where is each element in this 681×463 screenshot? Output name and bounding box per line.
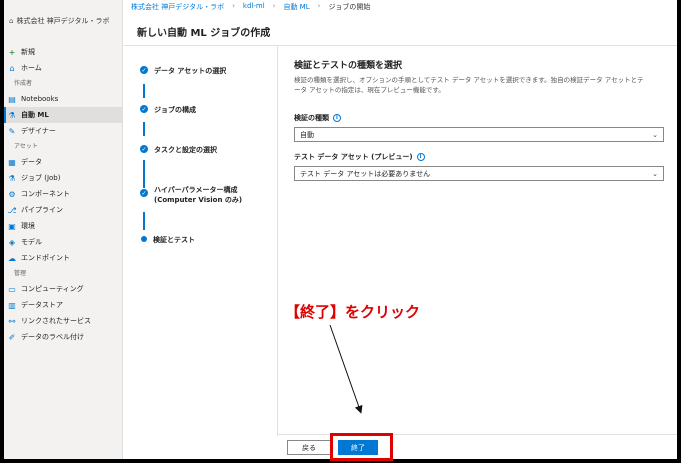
step-select-data[interactable]: ✓ データ アセットの選択: [140, 66, 226, 76]
sidebar: ⌂ 株式会社 神戸デジタル・ラボ + 新規 ⌂ ホーム 作成者 ▤ Notebooks…: [4, 0, 123, 459]
sidebar-item-designer[interactable]: ✎ デザイナー: [4, 123, 123, 139]
sidebar-item-automl[interactable]: ⚗ 自動 ML: [4, 107, 123, 123]
sidebar-item-datastores[interactable]: ▥ データストア: [4, 297, 123, 313]
step-hyperparameters-text: ハイパーパラメーター構成 (Computer Vision のみ): [154, 186, 243, 204]
chevron-down-icon: ⌄: [652, 169, 658, 178]
notebook-icon: ▤: [8, 94, 16, 104]
sidebar-item-jobs[interactable]: ⚗ ジョブ (Job): [4, 170, 123, 186]
test-data-label: テスト データ アセット (プレビュー) i: [294, 152, 674, 162]
building-icon: ⌂: [9, 17, 14, 25]
breadcrumb-item-resource[interactable]: kdl-ml: [243, 2, 265, 12]
check-icon: ✓: [140, 66, 148, 74]
sidebar-item-home[interactable]: ⌂ ホーム: [4, 60, 123, 76]
workspace-name[interactable]: ⌂ 株式会社 神戸デジタル・ラボ: [9, 16, 110, 26]
form-heading: 検証とテストの種類を選択: [294, 61, 403, 71]
step-hyperparameters[interactable]: ✓ ハイパーパラメーター構成 (Computer Vision のみ): [140, 185, 242, 205]
highlight-box: [330, 433, 393, 461]
current-step-icon: [141, 236, 147, 242]
form-description-2: ータ アセットの指定は、現在プレビュー機能です。: [294, 86, 445, 94]
datastore-icon: ▥: [8, 300, 16, 310]
test-data-select[interactable]: テスト データ アセットは必要ありません ⌄: [294, 166, 664, 181]
automl-icon: ⚗: [8, 110, 16, 120]
annotation-text: 【終了】をクリック: [285, 303, 421, 321]
page-title: 新しい自動 ML ジョブの作成: [137, 28, 271, 39]
sidebar-item-models[interactable]: ◈ モデル: [4, 234, 123, 250]
step-task-settings[interactable]: ✓ タスクと設定の選択: [140, 145, 217, 155]
step-connector: [143, 84, 145, 98]
step-configure-job[interactable]: ✓ ジョブの構成: [140, 105, 196, 115]
breadcrumb: 株式会社 神戸デジタル・ラボ › kdl-ml › 自動 ML › ジョブの開始: [131, 2, 370, 12]
sidebar-section-author: 作成者: [14, 80, 33, 87]
info-icon[interactable]: i: [416, 153, 425, 161]
chevron-right-icon: ›: [232, 2, 235, 10]
breadcrumb-item-automl[interactable]: 自動 ML: [283, 2, 309, 12]
sidebar-item-data-labeling[interactable]: ✐ データのラベル付け: [4, 329, 123, 345]
data-icon: ▦: [8, 157, 16, 167]
validation-form: 検証とテストの種類を選択 検証の種類を選択し、オプションの手順としてテスト デー…: [294, 58, 674, 181]
sidebar-item-components[interactable]: ⚙ コンポーネント: [4, 186, 123, 202]
sidebar-item-notebooks[interactable]: ▤ Notebooks: [4, 91, 123, 107]
sidebar-item-compute[interactable]: ▭ コンピューティング: [4, 281, 123, 297]
sidebar-item-linked-services[interactable]: ⚯ リンクされたサービス: [4, 313, 123, 329]
designer-icon: ✎: [8, 126, 16, 136]
sidebar-item-endpoints[interactable]: ☁ エンドポイント: [4, 250, 123, 266]
chevron-right-icon: ›: [317, 2, 321, 10]
check-icon: ✓: [140, 105, 148, 113]
sidebar-section-manage: 管理: [14, 270, 27, 277]
chevron-down-icon: ⌄: [652, 130, 658, 139]
wizard-steps: ✓ データ アセットの選択 ✓ ジョブの構成 ✓ タスクと設定の選択 ✓ ハイパ…: [124, 46, 278, 436]
step-connector: [143, 212, 145, 230]
endpoint-icon: ☁: [8, 253, 16, 263]
step-connector: [143, 160, 145, 188]
sidebar-nav: + 新規 ⌂ ホーム 作成者 ▤ Notebooks ⚗ 自動 ML ✎ デザイナー アセ…: [4, 44, 123, 345]
model-icon: ◈: [8, 237, 16, 247]
sidebar-item-environments[interactable]: ▣ 環境: [4, 218, 123, 234]
label-icon: ✐: [8, 332, 16, 342]
validation-type-select[interactable]: 自動 ⌄: [294, 127, 664, 142]
home-icon: ⌂: [9, 63, 15, 73]
info-icon[interactable]: i: [333, 114, 341, 122]
flask-icon: ⚗: [8, 173, 16, 183]
breadcrumb-item-current: ジョブの開始: [328, 3, 371, 11]
app-window: ⌂ 株式会社 神戸デジタル・ラボ + 新規 ⌂ ホーム 作成者 ▤ Notebooks…: [4, 0, 677, 459]
validation-type-label: 検証の種類 i: [294, 113, 674, 123]
pipeline-icon: ⎇: [7, 205, 17, 215]
step-connector: [143, 122, 145, 136]
sidebar-item-pipelines[interactable]: ⎇ パイプライン: [4, 202, 123, 218]
step-validation-test[interactable]: 検証とテスト: [140, 235, 195, 245]
check-icon: ✓: [140, 189, 148, 197]
environment-icon: ▣: [8, 221, 16, 231]
compute-icon: ▭: [8, 284, 16, 294]
form-description-1: 検証の種類を選択し、オプションの手順としてテスト データ アセットを選択できます…: [294, 76, 644, 84]
link-icon: ⚯: [8, 316, 16, 326]
sidebar-item-new[interactable]: + 新規: [4, 44, 123, 60]
check-icon: ✓: [140, 145, 148, 153]
sidebar-section-assets: アセット: [14, 143, 38, 150]
plus-icon: +: [8, 47, 16, 57]
back-button[interactable]: 戻る: [287, 440, 331, 455]
breadcrumb-item-workspace[interactable]: 株式会社 神戸デジタル・ラボ: [131, 2, 224, 12]
sidebar-item-data[interactable]: ▦ データ: [4, 154, 123, 170]
component-icon: ⚙: [8, 189, 16, 199]
chevron-right-icon: ›: [272, 2, 276, 10]
